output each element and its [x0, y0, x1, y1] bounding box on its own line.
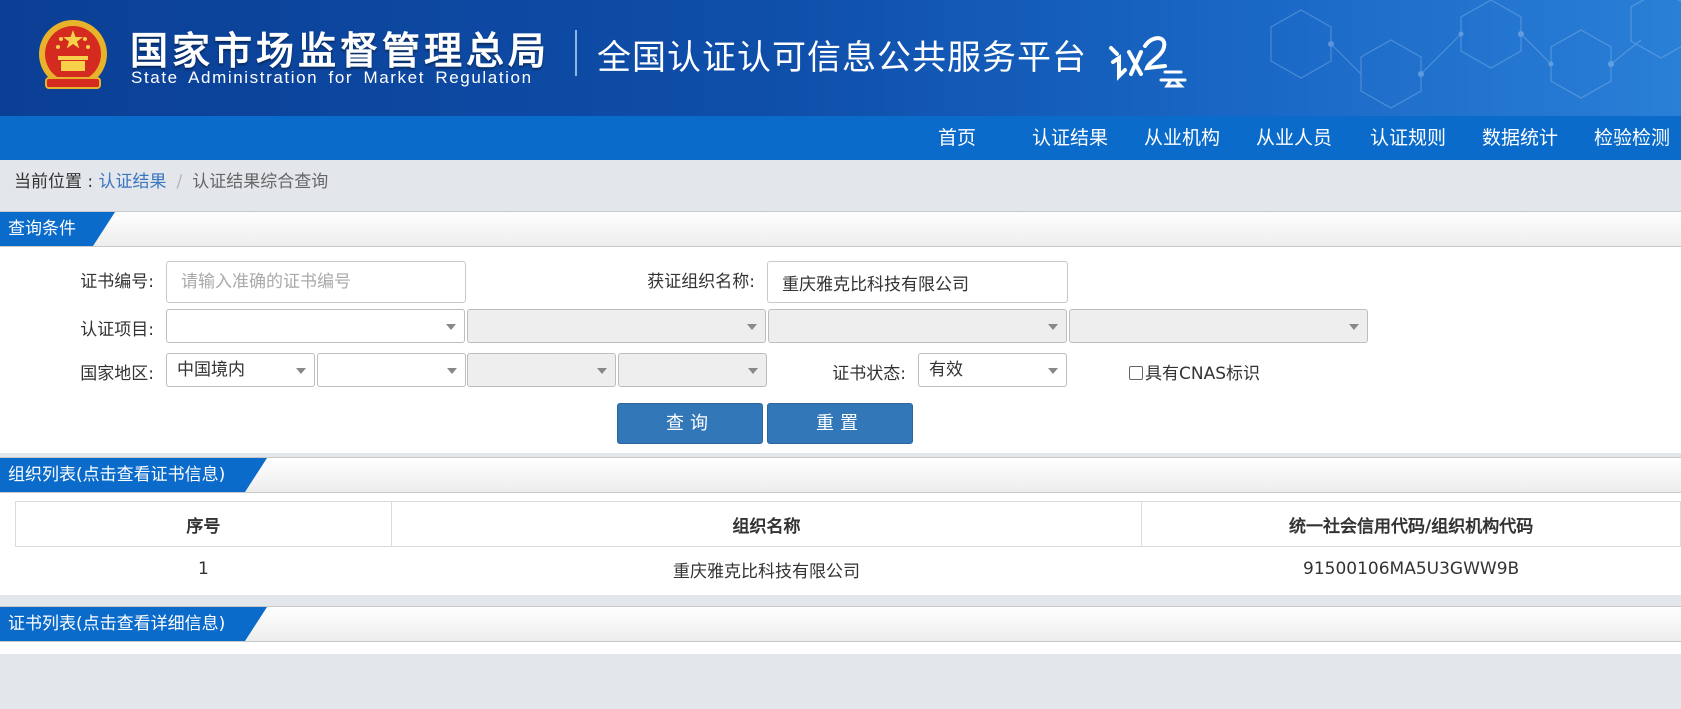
org-list-header: 组织列表(点击查看证书信息)	[0, 457, 1681, 493]
chevron-down-icon	[1048, 324, 1058, 330]
org-list-title: 组织列表(点击查看证书信息)	[0, 458, 267, 492]
col-credit-code-header: 统一社会信用代码/组织机构代码	[1141, 501, 1681, 547]
header-divider	[575, 30, 577, 76]
chevron-down-icon	[296, 368, 306, 374]
chevron-down-icon	[447, 368, 457, 374]
nav-cert-results[interactable]: 认证结果	[1032, 116, 1108, 160]
cert-list-header: 证书列表(点击查看详细信息)	[0, 606, 1681, 642]
status-label: 证书状态:	[832, 364, 906, 384]
row-org-name[interactable]: 重庆雅克比科技有限公司	[391, 546, 1142, 592]
nav-statistics[interactable]: 数据统计	[1482, 116, 1558, 160]
nav-personnel[interactable]: 从业人员	[1256, 116, 1332, 160]
col-org-name-header: 组织名称	[390, 501, 1143, 547]
site-header: 国家市场监督管理总局 State Administration for Mark…	[0, 0, 1681, 116]
platform-logo	[1107, 28, 1187, 88]
cert-no-input[interactable]	[166, 261, 466, 303]
query-panel-header: 查询条件	[0, 211, 1681, 247]
cert-list-panel: 证书列表(点击查看详细信息)	[0, 606, 1681, 654]
breadcrumb-link-cert-results[interactable]: 认证结果	[99, 172, 167, 192]
breadcrumb-prefix: 当前位置 :	[14, 172, 99, 192]
chevron-down-icon	[748, 368, 758, 374]
status-select-value: 有效	[929, 360, 963, 380]
reset-button[interactable]: 重置	[767, 403, 913, 444]
agency-name-cn: 国家市场监督管理总局	[130, 29, 551, 73]
org-table: 序号 组织名称 统一社会信用代码/组织机构代码 1 重庆雅克比科技有限公司 91…	[15, 501, 1681, 592]
org-name-label: 获证组织名称:	[647, 272, 755, 292]
query-section-title: 查询条件	[0, 212, 115, 246]
region-label: 国家地区:	[80, 364, 154, 384]
cnas-checkbox-label[interactable]: 具有CNAS标识	[1145, 364, 1260, 384]
search-button[interactable]: 查询	[617, 403, 763, 444]
project-label: 认证项目:	[80, 320, 154, 340]
cnas-checkbox-group: 具有CNAS标识	[1129, 363, 1260, 385]
project-select-3[interactable]	[768, 309, 1067, 343]
platform-title: 全国认证认可信息公共服务平台	[597, 38, 1087, 78]
chevron-down-icon	[446, 324, 456, 330]
nav-cert-rules[interactable]: 认证规则	[1370, 116, 1446, 160]
row-index: 1	[15, 546, 392, 592]
chevron-down-icon	[1048, 368, 1058, 374]
project-select-2[interactable]	[467, 309, 766, 343]
nav-inspection[interactable]: 检验检测	[1594, 116, 1670, 160]
breadcrumb: 当前位置 : 认证结果 / 认证结果综合查询	[14, 170, 328, 194]
project-select-1[interactable]	[166, 309, 465, 343]
col-index-header: 序号	[15, 501, 392, 547]
national-emblem-icon	[39, 20, 107, 89]
region-select-2[interactable]	[317, 353, 466, 387]
region-select-4[interactable]	[618, 353, 767, 387]
breadcrumb-current: 认证结果综合查询	[192, 172, 329, 192]
org-name-input[interactable]	[767, 261, 1068, 303]
hexagon-pattern	[1270, 0, 1681, 109]
cnas-checkbox[interactable]	[1129, 366, 1143, 380]
org-table-header-row: 序号 组织名称 统一社会信用代码/组织机构代码	[15, 501, 1681, 547]
chevron-down-icon	[597, 368, 607, 374]
region-select-1-value: 中国境内	[177, 360, 245, 380]
breadcrumb-separator: /	[176, 172, 183, 192]
table-row[interactable]: 1 重庆雅克比科技有限公司 91500106MA5U3GWW9B	[15, 546, 1681, 592]
cert-no-label: 证书编号:	[80, 272, 154, 292]
row-credit-code: 91500106MA5U3GWW9B	[1141, 546, 1681, 592]
region-select-1[interactable]: 中国境内	[166, 353, 315, 387]
agency-name-en: State Administration for Market Regulati…	[131, 68, 533, 87]
chevron-down-icon	[747, 324, 757, 330]
nav-home[interactable]: 首页	[938, 116, 976, 160]
nav-institutions[interactable]: 从业机构	[1144, 116, 1220, 160]
main-nav: 首页 认证结果 从业机构 从业人员 认证规则 数据统计 检验检测	[0, 116, 1681, 160]
project-select-4[interactable]	[1069, 309, 1368, 343]
cert-list-title: 证书列表(点击查看详细信息)	[0, 607, 267, 641]
region-select-3[interactable]	[467, 353, 616, 387]
status-select[interactable]: 有效	[918, 353, 1067, 387]
chevron-down-icon	[1349, 324, 1359, 330]
